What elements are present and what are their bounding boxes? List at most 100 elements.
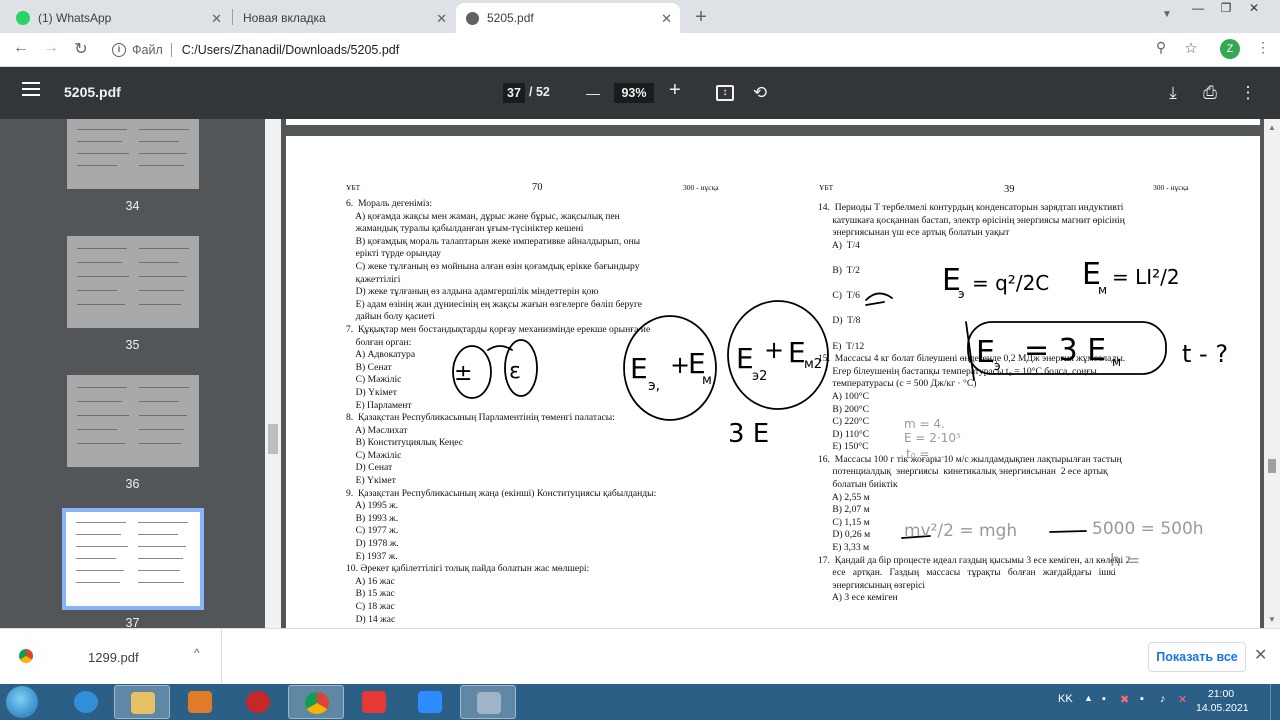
- fit-page-icon[interactable]: ↕: [716, 85, 734, 101]
- text-line: B) 2,07 м: [818, 504, 870, 516]
- text-line: B) Конституциялық Кеңес: [346, 437, 464, 449]
- system-clock[interactable]: 21:00 14.05.2021: [1196, 687, 1249, 715]
- scroll-down-icon[interactable]: ▼: [1268, 615, 1276, 624]
- text-line: E) 3,33 м: [818, 542, 870, 554]
- download-icon[interactable]: ⤓: [1163, 83, 1183, 103]
- taskbar: KK ▲ ▪ ✖ ▪ ♪ ✕ 21:00 14.05.2021: [0, 684, 1280, 720]
- scroll-up-icon[interactable]: ▲: [1268, 123, 1276, 132]
- taskbar-app-bolt[interactable]: [346, 685, 402, 719]
- text-line: потенциалдық энергиясы кинетикалық энерг…: [818, 466, 1108, 478]
- address-url[interactable]: C:/Users/Zhanadil/Downloads/5205.pdf: [182, 43, 399, 57]
- start-button[interactable]: [6, 686, 38, 718]
- network-icon[interactable]: ✖: [1120, 693, 1129, 706]
- text-line: B) Сенат: [346, 361, 392, 373]
- back-arrow-icon[interactable]: ←: [10, 39, 32, 57]
- taskbar-media[interactable]: [172, 685, 228, 719]
- tab-new-tab[interactable]: Новая вкладка ✕: [233, 3, 455, 33]
- text-line: D) жеке тұлғаның өз алдына адамгершілік …: [346, 286, 599, 298]
- taskbar-explorer[interactable]: [114, 685, 170, 719]
- restore-button[interactable]: ❐: [1212, 0, 1240, 18]
- zoom-level-input[interactable]: 93%: [614, 83, 654, 103]
- taskbar-chrome[interactable]: [288, 685, 344, 719]
- volume-icon[interactable]: ♪: [1160, 693, 1166, 705]
- tab-whatsapp[interactable]: (1) WhatsApp ✕: [6, 3, 230, 33]
- text-line: D) 110°С: [818, 428, 870, 440]
- hamburger-menu-icon[interactable]: [22, 82, 40, 100]
- taskbar-app-red[interactable]: [230, 685, 286, 719]
- address-divider: [170, 43, 172, 57]
- text-line: D) T/8: [818, 315, 861, 327]
- address-bar[interactable]: i Файл C:/Users/Zhanadil/Downloads/5205.…: [104, 37, 1148, 63]
- text-line: A) 1995 ж.: [346, 500, 399, 512]
- text-line: D) Сенат: [346, 462, 393, 474]
- browser-toolbar: ← → ↻ i Файл C:/Users/Zhanadil/Downloads…: [0, 33, 1280, 67]
- tab-title: 5205.pdf: [487, 11, 534, 25]
- thumbnail-page-36[interactable]: [67, 375, 199, 467]
- tab-title: (1) WhatsApp: [38, 11, 112, 25]
- thumbnail-page-37-selected[interactable]: [62, 508, 204, 610]
- show-all-button[interactable]: Показать все: [1148, 642, 1246, 672]
- zoom-out-button[interactable]: —: [586, 83, 600, 103]
- new-tab-button[interactable]: +: [690, 6, 712, 29]
- close-tab-icon[interactable]: ✕: [211, 11, 222, 27]
- pdf-page: ҰБТ 70 300 - нұсқа 6. Мораль дегеніміз: …: [286, 136, 1260, 628]
- close-tab-icon[interactable]: ✕: [436, 11, 447, 27]
- pdf-title: 5205.pdf: [64, 84, 121, 100]
- text-line: E) адам өзінің жан дүниесінің ең жақсы ж…: [346, 298, 643, 310]
- download-item[interactable]: 1299.pdf ^: [0, 629, 222, 685]
- text-line: B) T/2: [818, 264, 860, 276]
- bookmark-star-icon[interactable]: ☆: [1180, 39, 1202, 57]
- thumbnail-label: 34: [125, 199, 140, 213]
- tray-icon[interactable]: ▪: [1140, 693, 1144, 705]
- tray-arrow-icon[interactable]: ▲: [1084, 693, 1093, 703]
- close-tab-icon[interactable]: ✕: [661, 11, 672, 27]
- info-icon[interactable]: i: [112, 43, 126, 57]
- tab-search-icon[interactable]: ▼: [1162, 9, 1172, 20]
- forward-arrow-icon[interactable]: →: [40, 39, 62, 57]
- download-file-name: 1299.pdf: [88, 650, 139, 665]
- thumbnail-label: 35: [125, 338, 140, 352]
- sidebar-scrollbar-thumb[interactable]: [268, 424, 278, 454]
- text-line: есе артқан. Газдың массасы тұрақты болға…: [818, 567, 1116, 579]
- chrome-menu-icon[interactable]: ⋮: [1252, 39, 1274, 56]
- rotate-icon[interactable]: ⟲: [750, 83, 770, 103]
- thumbnail-page-34[interactable]: [67, 119, 199, 189]
- close-window-button[interactable]: ✕: [1240, 0, 1268, 18]
- viewer-scrollbar-thumb[interactable]: [1268, 459, 1276, 473]
- text-line: E) T/12: [818, 340, 865, 352]
- sidebar-scrollbar[interactable]: [265, 119, 281, 628]
- language-indicator[interactable]: KK: [1058, 693, 1073, 705]
- zoom-in-button[interactable]: +: [669, 80, 681, 100]
- page-number-input[interactable]: 37: [503, 83, 525, 103]
- profile-avatar[interactable]: Z: [1220, 39, 1240, 59]
- tray-warning-icon[interactable]: ✕: [1178, 693, 1187, 706]
- pdf-toolbar: 5205.pdf 37 / 52 — 93% + ↕ ⟲ ⤓ ⎙ ⋮: [0, 67, 1280, 119]
- text-line: ерікті түрде орындау: [346, 248, 441, 260]
- print-icon[interactable]: ⎙: [1200, 83, 1220, 103]
- text-line: A) қоғамда жақсы мен жаман, дұрыс және б…: [346, 210, 620, 222]
- minimize-button[interactable]: —: [1184, 0, 1212, 18]
- text-line: болатын биіктік: [818, 479, 898, 491]
- taskbar-ie[interactable]: [58, 685, 114, 719]
- taskbar-zoom[interactable]: [402, 685, 458, 719]
- text-line: B) 15 жас: [346, 588, 395, 600]
- close-download-bar-icon[interactable]: ✕: [1254, 645, 1267, 665]
- taskbar-calculator[interactable]: [460, 685, 516, 719]
- text-line: A) 2,55 м: [818, 491, 870, 503]
- page-number: 70: [532, 182, 543, 193]
- show-desktop-button[interactable]: [1270, 684, 1280, 720]
- text-line: E) Парламент: [346, 399, 412, 411]
- zoom-magnifier-icon[interactable]: ⚲: [1150, 39, 1172, 56]
- tab-5205-pdf[interactable]: 5205.pdf ✕: [456, 3, 680, 33]
- viewer-scrollbar[interactable]: ▲ ▼: [1264, 119, 1280, 628]
- tray-icon[interactable]: ▪: [1102, 693, 1106, 705]
- chevron-up-icon[interactable]: ^: [194, 646, 200, 660]
- clock-time: 21:00: [1207, 688, 1235, 700]
- thumbnail-page-35[interactable]: [67, 236, 199, 328]
- text-line: болған орган:: [346, 336, 412, 348]
- reload-icon[interactable]: ↻: [70, 39, 92, 59]
- clock-date: 14.05.2021: [1196, 702, 1249, 714]
- text-line: 14. Периоды T тербелмелі контурдың конде…: [818, 202, 1124, 213]
- internet-explorer-icon: [74, 691, 98, 713]
- more-options-icon[interactable]: ⋮: [1238, 83, 1258, 103]
